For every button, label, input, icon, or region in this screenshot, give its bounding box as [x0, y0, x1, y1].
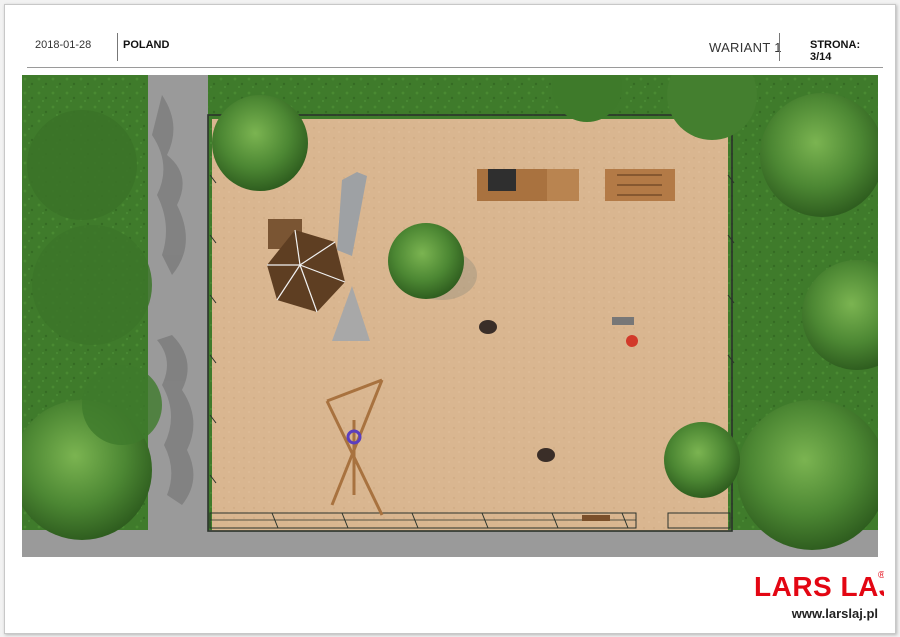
- lars-laj-logo: LARS LAJ ®: [754, 566, 894, 606]
- registered-mark: ®: [878, 570, 884, 581]
- page-number: STRONA: 3/14: [810, 39, 861, 63]
- spring-rider-1: [479, 320, 497, 334]
- project-name: POLAND: [123, 39, 170, 51]
- header-divider: [117, 33, 118, 61]
- playground-site-plan: [22, 75, 878, 557]
- header-divider: [779, 33, 780, 61]
- spring-rider-2: [537, 448, 555, 462]
- footpath-horizontal: [22, 530, 878, 557]
- site-plan-render: [22, 75, 878, 557]
- website-url: www.larslaj.pl: [791, 606, 878, 621]
- date-label: 2018-01-28: [35, 39, 92, 51]
- central-bush: [388, 223, 464, 299]
- logo-text: LARS LAJ: [754, 571, 884, 602]
- variant-label: WARIANT 1: [709, 40, 782, 55]
- title-block: 2018-01-28 POLAND WARIANT 1 STRONA: 3/14: [27, 29, 883, 68]
- bench: [582, 515, 610, 521]
- toy-train: [477, 169, 675, 201]
